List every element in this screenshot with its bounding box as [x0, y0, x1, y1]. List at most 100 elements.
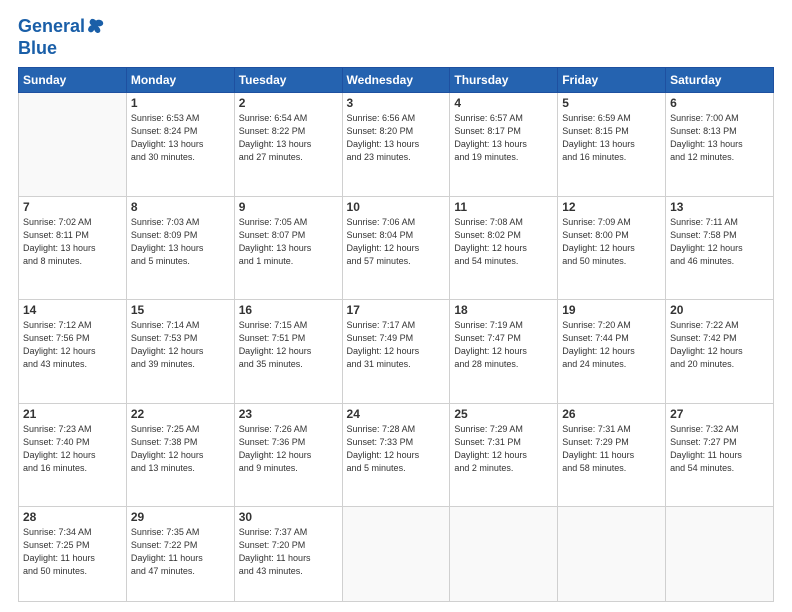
weekday-header-row: SundayMondayTuesdayWednesdayThursdayFrid…	[19, 68, 774, 93]
day-number: 20	[670, 303, 769, 317]
calendar-cell: 26 Sunrise: 7:31 AM Sunset: 7:29 PM Dayli…	[558, 403, 666, 506]
day-info: Sunrise: 7:37 AM Sunset: 7:20 PM Dayligh…	[239, 526, 338, 578]
day-number: 4	[454, 96, 553, 110]
calendar-cell: 6 Sunrise: 7:00 AM Sunset: 8:13 PM Daylig…	[666, 93, 774, 196]
day-info: Sunrise: 6:54 AM Sunset: 8:22 PM Dayligh…	[239, 112, 338, 164]
day-number: 12	[562, 200, 661, 214]
day-info: Sunrise: 7:00 AM Sunset: 8:13 PM Dayligh…	[670, 112, 769, 164]
day-number: 8	[131, 200, 230, 214]
day-number: 19	[562, 303, 661, 317]
calendar-cell: 22 Sunrise: 7:25 AM Sunset: 7:38 PM Dayli…	[126, 403, 234, 506]
calendar-cell: 13 Sunrise: 7:11 AM Sunset: 7:58 PM Dayli…	[666, 196, 774, 299]
day-number: 5	[562, 96, 661, 110]
day-number: 22	[131, 407, 230, 421]
calendar-cell	[558, 507, 666, 602]
calendar-cell: 8 Sunrise: 7:03 AM Sunset: 8:09 PM Daylig…	[126, 196, 234, 299]
weekday-header-friday: Friday	[558, 68, 666, 93]
weekday-header-saturday: Saturday	[666, 68, 774, 93]
day-info: Sunrise: 7:15 AM Sunset: 7:51 PM Dayligh…	[239, 319, 338, 371]
day-number: 18	[454, 303, 553, 317]
week-row-2: 7 Sunrise: 7:02 AM Sunset: 8:11 PM Daylig…	[19, 196, 774, 299]
calendar-cell: 19 Sunrise: 7:20 AM Sunset: 7:44 PM Dayli…	[558, 300, 666, 403]
day-number: 29	[131, 510, 230, 524]
weekday-header-thursday: Thursday	[450, 68, 558, 93]
day-number: 21	[23, 407, 122, 421]
calendar-cell: 16 Sunrise: 7:15 AM Sunset: 7:51 PM Dayli…	[234, 300, 342, 403]
header: General Blue	[18, 16, 774, 59]
calendar-cell: 24 Sunrise: 7:28 AM Sunset: 7:33 PM Dayli…	[342, 403, 450, 506]
calendar-cell: 21Sunrise: 7:23 AM Sunset: 7:40 PM Dayli…	[19, 403, 127, 506]
calendar-cell: 27Sunrise: 7:32 AM Sunset: 7:27 PM Dayli…	[666, 403, 774, 506]
logo: General Blue	[18, 16, 105, 59]
day-info: Sunrise: 7:08 AM Sunset: 8:02 PM Dayligh…	[454, 216, 553, 268]
day-number: 11	[454, 200, 553, 214]
calendar-cell: 1Sunrise: 6:53 AM Sunset: 8:24 PM Daylig…	[126, 93, 234, 196]
day-info: Sunrise: 7:17 AM Sunset: 7:49 PM Dayligh…	[347, 319, 446, 371]
calendar-cell: 25 Sunrise: 7:29 AM Sunset: 7:31 PM Dayli…	[450, 403, 558, 506]
weekday-header-sunday: Sunday	[19, 68, 127, 93]
page: General Blue SundayMondayTuesdayWednesda…	[0, 0, 792, 612]
calendar-cell: 20 Sunrise: 7:22 AM Sunset: 7:42 PM Dayli…	[666, 300, 774, 403]
calendar-cell: 23 Sunrise: 7:26 AM Sunset: 7:36 PM Dayli…	[234, 403, 342, 506]
day-info: Sunrise: 7:25 AM Sunset: 7:38 PM Dayligh…	[131, 423, 230, 475]
day-info: Sunrise: 7:02 AM Sunset: 8:11 PM Dayligh…	[23, 216, 122, 268]
day-info: Sunrise: 7:29 AM Sunset: 7:31 PM Dayligh…	[454, 423, 553, 475]
day-info: Sunrise: 7:32 AM Sunset: 7:27 PM Dayligh…	[670, 423, 769, 475]
day-info: Sunrise: 7:11 AM Sunset: 7:58 PM Dayligh…	[670, 216, 769, 268]
calendar-cell: 9 Sunrise: 7:05 AM Sunset: 8:07 PM Daylig…	[234, 196, 342, 299]
calendar-cell: 4 Sunrise: 6:57 AM Sunset: 8:17 PM Daylig…	[450, 93, 558, 196]
day-info: Sunrise: 7:19 AM Sunset: 7:47 PM Dayligh…	[454, 319, 553, 371]
weekday-header-wednesday: Wednesday	[342, 68, 450, 93]
calendar-cell: 2 Sunrise: 6:54 AM Sunset: 8:22 PM Daylig…	[234, 93, 342, 196]
day-number: 3	[347, 96, 446, 110]
calendar-cell	[450, 507, 558, 602]
day-number: 13	[670, 200, 769, 214]
day-number: 26	[562, 407, 661, 421]
day-info: Sunrise: 6:56 AM Sunset: 8:20 PM Dayligh…	[347, 112, 446, 164]
day-info: Sunrise: 6:57 AM Sunset: 8:17 PM Dayligh…	[454, 112, 553, 164]
day-number: 24	[347, 407, 446, 421]
calendar-cell: 17Sunrise: 7:17 AM Sunset: 7:49 PM Dayli…	[342, 300, 450, 403]
day-number: 6	[670, 96, 769, 110]
day-number: 16	[239, 303, 338, 317]
calendar-cell	[666, 507, 774, 602]
calendar-cell: 3 Sunrise: 6:56 AM Sunset: 8:20 PM Daylig…	[342, 93, 450, 196]
calendar-cell: 7 Sunrise: 7:02 AM Sunset: 8:11 PM Daylig…	[19, 196, 127, 299]
day-number: 10	[347, 200, 446, 214]
calendar-cell	[19, 93, 127, 196]
day-info: Sunrise: 7:22 AM Sunset: 7:42 PM Dayligh…	[670, 319, 769, 371]
day-number: 2	[239, 96, 338, 110]
day-info: Sunrise: 7:20 AM Sunset: 7:44 PM Dayligh…	[562, 319, 661, 371]
day-info: Sunrise: 7:26 AM Sunset: 7:36 PM Dayligh…	[239, 423, 338, 475]
day-number: 30	[239, 510, 338, 524]
week-row-3: 14 Sunrise: 7:12 AM Sunset: 7:56 PM Dayli…	[19, 300, 774, 403]
day-info: Sunrise: 7:03 AM Sunset: 8:09 PM Dayligh…	[131, 216, 230, 268]
calendar-cell: 30 Sunrise: 7:37 AM Sunset: 7:20 PM Dayli…	[234, 507, 342, 602]
day-number: 25	[454, 407, 553, 421]
week-row-4: 21Sunrise: 7:23 AM Sunset: 7:40 PM Dayli…	[19, 403, 774, 506]
day-info: Sunrise: 7:12 AM Sunset: 7:56 PM Dayligh…	[23, 319, 122, 371]
day-info: Sunrise: 7:28 AM Sunset: 7:33 PM Dayligh…	[347, 423, 446, 475]
day-info: Sunrise: 7:35 AM Sunset: 7:22 PM Dayligh…	[131, 526, 230, 578]
day-number: 23	[239, 407, 338, 421]
day-info: Sunrise: 7:14 AM Sunset: 7:53 PM Dayligh…	[131, 319, 230, 371]
calendar-cell: 11 Sunrise: 7:08 AM Sunset: 8:02 PM Dayli…	[450, 196, 558, 299]
day-number: 14	[23, 303, 122, 317]
calendar-cell: 15Sunrise: 7:14 AM Sunset: 7:53 PM Dayli…	[126, 300, 234, 403]
logo-bird-icon	[87, 17, 105, 35]
week-row-1: 1Sunrise: 6:53 AM Sunset: 8:24 PM Daylig…	[19, 93, 774, 196]
calendar-cell	[342, 507, 450, 602]
day-info: Sunrise: 6:59 AM Sunset: 8:15 PM Dayligh…	[562, 112, 661, 164]
day-info: Sunrise: 7:06 AM Sunset: 8:04 PM Dayligh…	[347, 216, 446, 268]
day-info: Sunrise: 7:31 AM Sunset: 7:29 PM Dayligh…	[562, 423, 661, 475]
logo-text-line1: General	[18, 16, 85, 38]
day-number: 1	[131, 96, 230, 110]
day-number: 28	[23, 510, 122, 524]
day-number: 7	[23, 200, 122, 214]
calendar-table: SundayMondayTuesdayWednesdayThursdayFrid…	[18, 67, 774, 602]
calendar-cell: 28Sunrise: 7:34 AM Sunset: 7:25 PM Dayli…	[19, 507, 127, 602]
day-number: 9	[239, 200, 338, 214]
calendar-cell: 5 Sunrise: 6:59 AM Sunset: 8:15 PM Daylig…	[558, 93, 666, 196]
weekday-header-tuesday: Tuesday	[234, 68, 342, 93]
day-info: Sunrise: 7:05 AM Sunset: 8:07 PM Dayligh…	[239, 216, 338, 268]
